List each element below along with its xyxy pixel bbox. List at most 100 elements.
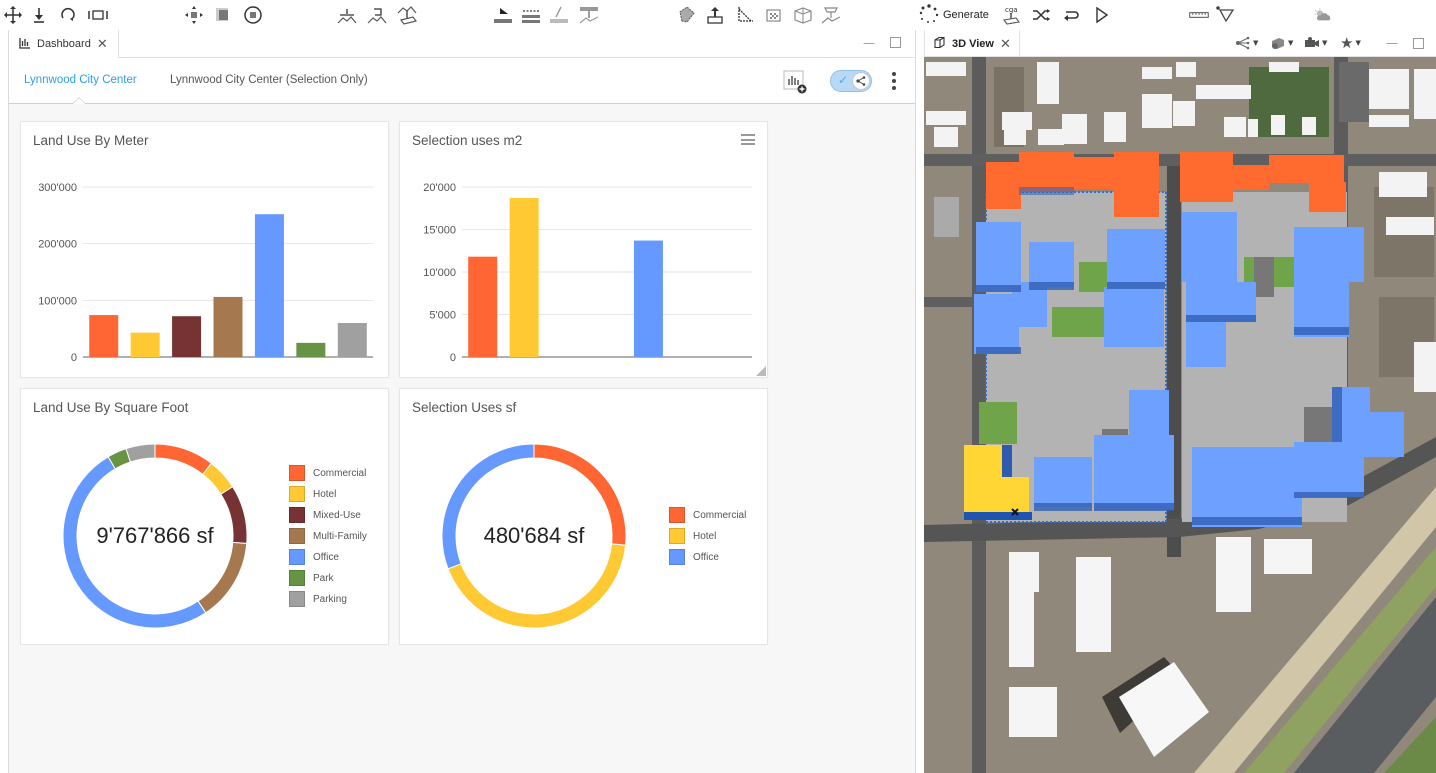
camera-bookmark-button[interactable]: ▼ xyxy=(1304,36,1327,50)
align-terrain-icon[interactable] xyxy=(336,4,358,26)
dashboard-panel: Dashboard ✕ — Lynnwood City Center Lynnw… xyxy=(8,30,916,773)
chart-card-selection-uses-m2: Selection uses m2 0 5'000 10'000 15'000 20'0… xyxy=(399,121,768,378)
frame-selection-icon[interactable] xyxy=(212,4,234,26)
minimize-icon[interactable]: — xyxy=(863,36,875,50)
y-tick-label: 200'000 xyxy=(38,239,77,251)
legend-swatch xyxy=(289,570,305,586)
legend-item-multi-family[interactable]: Multi-Family xyxy=(289,528,367,544)
y-tick-label: 0 xyxy=(450,352,456,364)
street-cleanup-icon[interactable] xyxy=(548,4,570,26)
bar-multi-family[interactable] xyxy=(213,296,243,357)
legend-swatch xyxy=(289,549,305,565)
legend-item-parking[interactable]: Parking xyxy=(289,591,367,607)
align-shape-icon[interactable] xyxy=(820,4,842,26)
model-cleanup-icon[interactable] xyxy=(792,4,814,26)
orbit-object-icon[interactable] xyxy=(242,4,264,26)
legend-item-office[interactable]: Office xyxy=(669,549,746,565)
drop-to-terrain-icon[interactable] xyxy=(28,4,50,26)
dashboard-tabbar: Dashboard ✕ — xyxy=(9,30,915,58)
add-chart-button[interactable] xyxy=(783,70,807,94)
y-tick-label: 0 xyxy=(71,352,77,364)
slice-hotel[interactable] xyxy=(447,543,627,629)
move-icon[interactable] xyxy=(2,4,24,26)
resize-handle[interactable] xyxy=(756,366,766,376)
reset-terrain-icon[interactable] xyxy=(366,4,388,26)
close-icon[interactable]: ✕ xyxy=(97,36,108,52)
camera-pan-icon[interactable] xyxy=(183,4,205,26)
select-tool-icon[interactable] xyxy=(1090,4,1112,26)
bar-office[interactable] xyxy=(633,240,663,357)
slice-parking[interactable] xyxy=(125,443,156,463)
tab-dashboard-label: Dashboard xyxy=(37,38,91,50)
y-tick-label: 15'000 xyxy=(423,225,456,237)
bar-commercial[interactable] xyxy=(468,256,498,357)
slice-office[interactable] xyxy=(441,443,535,570)
street-align-terrain-icon[interactable] xyxy=(578,4,600,26)
legend-item-commercial[interactable]: Commercial xyxy=(289,465,367,481)
legend-swatch xyxy=(289,486,305,502)
sun-cloud-icon[interactable] xyxy=(1310,4,1336,26)
legend-item-hotel[interactable]: Hotel xyxy=(669,528,746,544)
legend-item-hotel[interactable]: Hotel xyxy=(289,486,367,502)
texture-icon[interactable] xyxy=(762,4,784,26)
street-segment-icon[interactable] xyxy=(520,4,542,26)
cube-icon xyxy=(933,36,946,52)
maximize-icon[interactable] xyxy=(1413,38,1424,49)
legend-label: Commercial xyxy=(693,509,747,521)
tab-dashboard[interactable]: Dashboard ✕ xyxy=(9,30,119,58)
donut-total-label: 480'684 sf xyxy=(483,523,585,548)
legend-label: Parking xyxy=(313,593,347,605)
rotate-icon[interactable] xyxy=(57,4,79,26)
bar-parking[interactable] xyxy=(337,323,367,357)
chevron-down-icon: ▼ xyxy=(1253,39,1259,47)
legend-item-mixed-use[interactable]: Mixed-Use xyxy=(289,507,367,523)
cga-rule-icon[interactable]: cga xyxy=(1000,4,1022,26)
area-measure-icon[interactable] xyxy=(1214,4,1236,26)
star-icon: ★ xyxy=(1340,34,1354,52)
active-tab-indicator xyxy=(72,97,86,104)
legend-item-office[interactable]: Office xyxy=(289,549,367,565)
y-tick-label: 300'000 xyxy=(38,182,77,194)
bar-park[interactable] xyxy=(296,342,326,357)
tab-3d-view[interactable]: 3D View ✕ xyxy=(924,30,1020,57)
legend-label: Multi-Family xyxy=(313,530,367,542)
polygon-shape-icon[interactable] xyxy=(676,4,698,26)
random-seed-icon[interactable] xyxy=(1030,4,1052,26)
terrain-to-shape-icon[interactable] xyxy=(396,4,418,26)
visible-layers-button[interactable]: ▼ xyxy=(1235,36,1258,50)
bar-hotel[interactable] xyxy=(509,198,539,357)
city-scene xyxy=(924,57,1436,773)
subtab-lynnwood-city-center[interactable]: Lynnwood City Center xyxy=(24,74,137,86)
legend-label: Park xyxy=(313,572,334,584)
bar-commercial[interactable] xyxy=(89,315,119,357)
chevron-down-icon: ▼ xyxy=(1355,39,1361,47)
generate-button[interactable]: Generate xyxy=(919,3,989,25)
bookmarks-star-button[interactable]: ★ ▼ xyxy=(1340,34,1361,52)
legend-item-commercial[interactable]: Commercial xyxy=(669,507,746,523)
minimize-icon[interactable]: — xyxy=(1386,36,1398,50)
slice-multi-family[interactable] xyxy=(197,541,248,614)
undo-redo-icon[interactable] xyxy=(1060,4,1082,26)
slice-commercial[interactable] xyxy=(154,443,213,476)
bar-hotel[interactable] xyxy=(130,332,160,357)
selection-sync-toggle[interactable]: ✓ xyxy=(830,70,872,92)
3d-view-panel: 3D View ✕ ▼ ▼ ▼ ★ ▼ — xyxy=(924,30,1436,773)
measure-angle-icon[interactable] xyxy=(734,4,756,26)
subtab-lynnwood-selection-only[interactable]: Lynnwood City Center (Selection Only) xyxy=(170,74,368,86)
view-settings-button[interactable]: ▼ xyxy=(1270,36,1293,50)
scale-icon[interactable] xyxy=(87,4,109,26)
ruler-icon[interactable] xyxy=(1186,4,1212,26)
close-icon[interactable]: ✕ xyxy=(1000,36,1011,52)
maximize-icon[interactable] xyxy=(890,37,901,48)
legend-item-park[interactable]: Park xyxy=(289,570,367,586)
extrude-icon[interactable] xyxy=(704,4,726,26)
legend-swatch xyxy=(669,507,685,523)
y-tick-label: 20'000 xyxy=(423,182,456,194)
bar-office[interactable] xyxy=(254,214,284,357)
bar-mixed-use[interactable] xyxy=(172,316,202,357)
3d-viewport[interactable] xyxy=(924,57,1436,773)
street-select-icon[interactable] xyxy=(492,4,514,26)
bar-chart-selection-uses-m2: 0 5'000 10'000 15'000 20'000 xyxy=(423,182,752,364)
more-options-icon[interactable] xyxy=(889,70,899,92)
svg-text:cga: cga xyxy=(1005,6,1018,14)
